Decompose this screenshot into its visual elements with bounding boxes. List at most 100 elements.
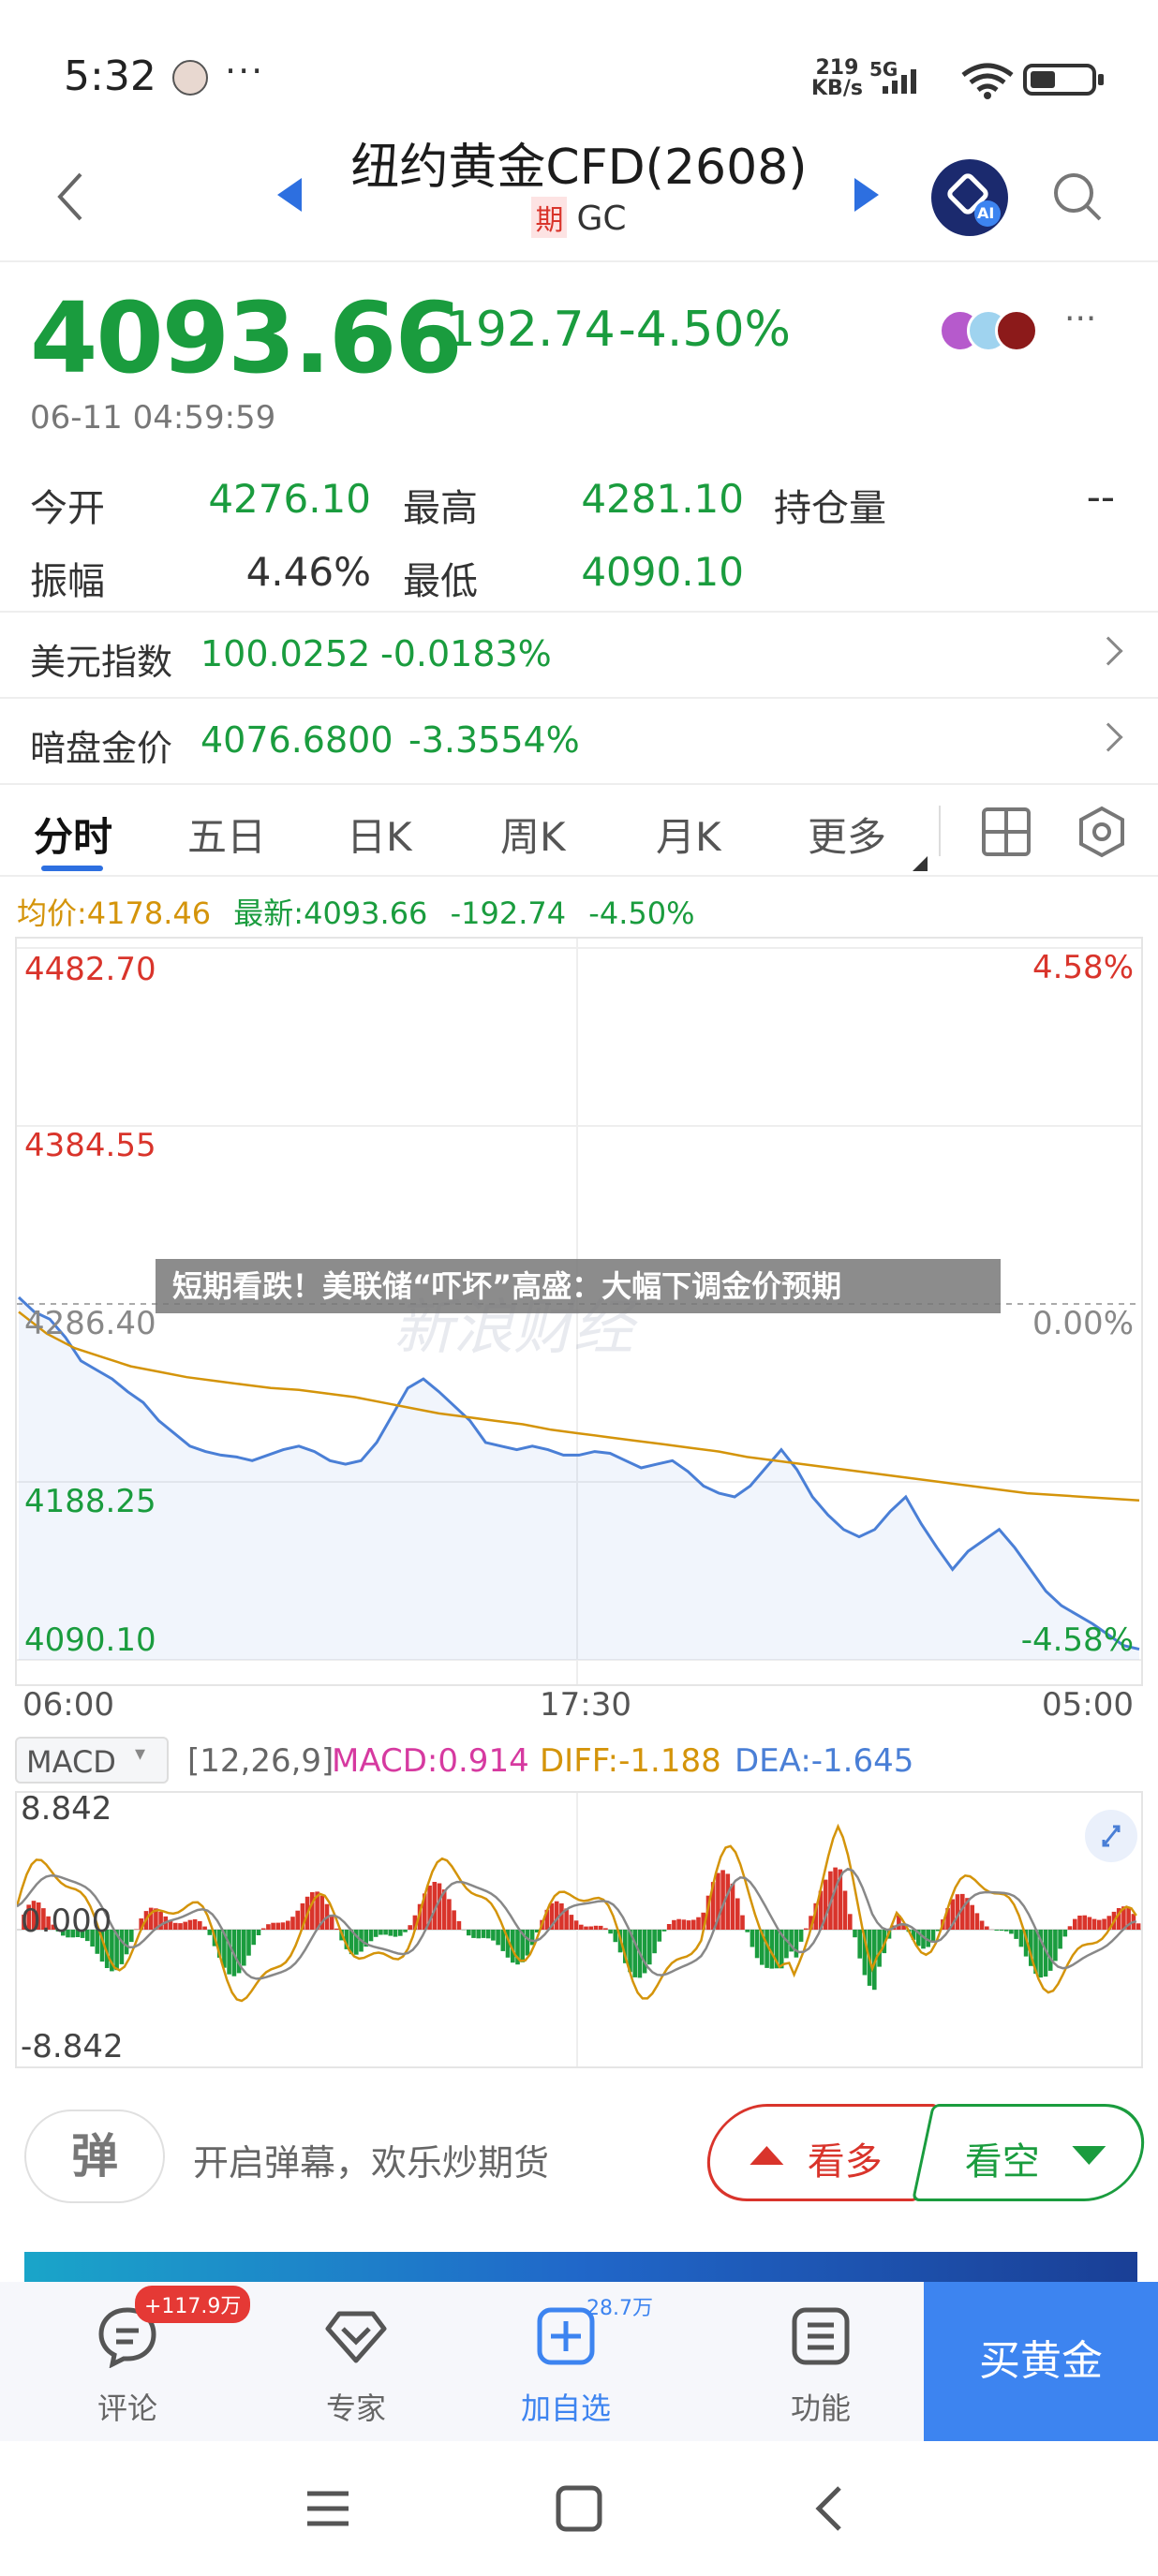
search-icon[interactable] [1049,169,1106,225]
back-icon[interactable] [52,169,90,225]
macd-bar [525,1930,530,1956]
macd-bar [1062,1930,1068,1937]
macd-bar [373,1930,379,1937]
ai-assistant-button[interactable]: AI [931,159,1008,236]
grid-layout-icon[interactable] [980,806,1032,858]
macd-bar [275,1922,281,1930]
macd-bar [579,1924,584,1930]
macd-bar [485,1930,491,1939]
related-row-dark-gold[interactable]: 暗盘金价 4076.6800 -3.3554% [0,699,1158,783]
nav-expert[interactable]: 专家 [262,2282,450,2441]
macd-bar [242,1930,246,1966]
down-arrow-icon [1072,2146,1106,2165]
macd-bar [1053,1930,1058,1962]
tab-weekly-k[interactable]: 周K [500,806,566,863]
tab-monthly-k[interactable]: 月K [656,806,721,863]
nav-functions[interactable]: 功能 [727,2282,914,2441]
nav-comment[interactable]: +117.9万 评论 [34,2282,251,2441]
bearish-label: 看空 [964,2140,1040,2184]
status-bar: 5:32 ··· 219 KB/s 5G [0,0,1158,141]
macd-bar [187,1919,193,1930]
bearish-button[interactable]: 看空 [911,2104,1154,2201]
macd-bar [173,1922,178,1930]
chevron-down-icon: ▾ [135,1742,146,1766]
macd-bar [853,1930,857,1938]
related-value: 100.0252 [200,633,371,674]
macd-params: [12,26,9] [187,1742,334,1780]
macd-bar [227,1930,231,1975]
latest-price: 最新:4093.66 [233,896,428,931]
prev-instrument-icon[interactable] [277,178,302,212]
tab-five-day[interactable]: 五日 [187,806,266,863]
up-arrow-icon [750,2146,784,2165]
macd-bar [661,1930,667,1932]
macd-bar [686,1920,691,1930]
macd-bar [256,1930,261,1935]
news-headline-banner[interactable]: 短期看跌！美联储“吓坏”高盛：大幅下调金价预期 [156,1259,1001,1313]
battery-icon [1023,64,1104,96]
macd-bar [251,1930,256,1946]
signal-icon [883,69,916,94]
macd-bar [754,1930,760,1959]
macd-chart-svg: 8.842 0.000 -8.842 [17,1793,1141,2066]
macd-bar [652,1930,657,1954]
macd-bar [368,1930,374,1942]
macd-bar [310,1892,315,1930]
related-row-usd-index[interactable]: 美元指数 100.0252 -0.0183% [0,613,1158,697]
macd-header: MACD ▾ [12,26,9] MACD:0.914 DIFF:-1.188 … [15,1735,1143,1787]
row-divider [0,783,1158,785]
nav-add-watchlist[interactable]: 28.7万 加自选 [472,2282,660,2441]
macd-bar [379,1930,383,1935]
macd-bar [329,1916,334,1930]
macd-bar [398,1930,403,1936]
danmaku-toggle-button[interactable]: 弹 [24,2110,165,2203]
settings-hexagon-icon[interactable] [1076,806,1128,858]
macd-bar [124,1930,129,1955]
macd-bar [842,1890,848,1930]
buy-gold-button[interactable]: 买黄金 [924,2282,1158,2441]
macd-bar [1058,1930,1062,1949]
macd-bar [877,1930,882,1967]
tab-daily-k[interactable]: 日K [347,806,412,863]
macd-bar [593,1925,599,1930]
macd-bar [1082,1915,1087,1930]
nav-expert-label: 专家 [325,2391,386,2426]
open-label: 今开 [30,487,105,530]
network-speed-unit: KB/s [811,77,863,100]
home-icon[interactable] [551,2480,607,2537]
tab-more[interactable]: 更多 [808,806,886,863]
recent-apps-icon[interactable] [300,2480,356,2537]
tab-intraday[interactable]: 分时 [34,806,112,863]
macd-bar [1073,1918,1077,1930]
macd-chart[interactable]: 8.842 0.000 -8.842 [15,1791,1143,2068]
social-avatars[interactable] [939,309,1051,356]
next-instrument-icon[interactable] [854,178,879,212]
open-interest-value: -- [1086,474,1115,520]
system-back-icon[interactable] [802,2480,858,2537]
macd-bar [999,1930,1004,1932]
macd-bar [1091,1918,1097,1930]
time-tick-start: 06:00 [22,1686,114,1724]
chevron-right-icon [1093,636,1123,666]
macd-bar [481,1930,486,1938]
bullish-button[interactable]: 看多 [697,2104,941,2201]
macd-tick-label: 0.000 [21,1902,111,1940]
indicator-select[interactable]: MACD ▾ [15,1737,169,1784]
macd-bar [467,1930,471,1936]
macd-bar [730,1883,735,1930]
more-options-icon[interactable]: ··· [1064,300,1096,338]
system-nav-bar [0,2441,1158,2576]
ai-cube-icon [947,173,1001,227]
macd-bar [696,1917,701,1930]
network-speed: 219 KB/s [811,58,863,99]
macd-bar [295,1910,300,1930]
macd-bar [930,1930,936,1941]
macd-bar [681,1919,687,1930]
expand-icon[interactable] [1083,1808,1139,1864]
macd-bar [1014,1930,1018,1939]
tab-active-indicator [41,866,103,871]
macd-bar [192,1918,198,1930]
high-label: 最高 [403,487,478,530]
macd-bar [970,1904,974,1930]
bullish-label: 看多 [807,2140,883,2184]
